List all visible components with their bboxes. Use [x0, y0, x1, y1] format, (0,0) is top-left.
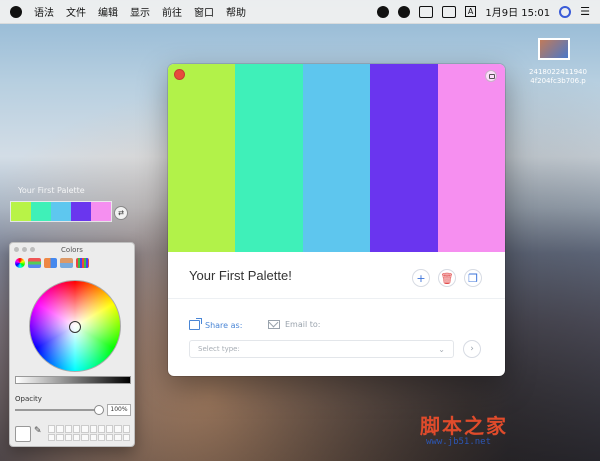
empty-swatch[interactable]: [64, 433, 72, 441]
colors-panel: Colors Opacity 100% ✎: [9, 242, 135, 447]
empty-swatch[interactable]: [122, 425, 130, 433]
sliders-tab-icon[interactable]: [28, 258, 41, 268]
colors-panel-title: Colors: [61, 246, 83, 254]
apple-icon[interactable]: [10, 5, 22, 18]
opacity-slider[interactable]: [15, 409, 101, 411]
arrow-right-icon[interactable]: ›: [463, 340, 481, 358]
strip-swatch[interactable]: [31, 202, 51, 221]
menu-item-go[interactable]: 前往: [162, 4, 182, 19]
empty-swatch[interactable]: [56, 425, 64, 433]
pencils-tab-icon[interactable]: [76, 258, 89, 268]
empty-swatch[interactable]: [89, 425, 97, 433]
empty-swatch[interactable]: [48, 433, 56, 441]
color-picker-crosshair[interactable]: [69, 321, 81, 333]
swatch-violet[interactable]: [370, 64, 438, 252]
empty-swatch[interactable]: [81, 433, 89, 441]
opacity-label: Opacity: [15, 395, 42, 403]
brightness-slider[interactable]: [15, 376, 131, 384]
palette-title[interactable]: Your First Palette!: [189, 268, 292, 283]
display-icon[interactable]: [441, 5, 456, 18]
swatch-mint[interactable]: [235, 64, 303, 252]
swatch-pink[interactable]: [437, 64, 505, 252]
control-icon[interactable]: ☰: [580, 5, 590, 18]
alien-icon[interactable]: [397, 5, 410, 18]
color-wheel-tab-icon[interactable]: [15, 258, 25, 268]
empty-swatch[interactable]: [89, 433, 97, 441]
watermark-url: www.jb51.net: [426, 437, 492, 447]
swatch-sky[interactable]: [302, 64, 371, 252]
menu-item-view[interactable]: 显示: [130, 4, 150, 19]
chevron-down-icon: ⌄: [438, 344, 445, 354]
empty-swatch[interactable]: [56, 433, 64, 441]
empty-swatch[interactable]: [97, 433, 106, 441]
desktop-file-name[interactable]: 2418022411940 4f204fc3b706.p: [520, 68, 596, 86]
swatch-green[interactable]: [168, 64, 236, 252]
opacity-value-field[interactable]: 100%: [107, 404, 131, 416]
copy-palette-button[interactable]: ❐: [464, 269, 482, 287]
empty-swatch[interactable]: [81, 425, 89, 433]
add-color-button[interactable]: +: [412, 269, 430, 287]
color-mode-tabs: [15, 258, 89, 268]
lock-icon[interactable]: [485, 70, 497, 82]
creative-cloud-icon[interactable]: [376, 5, 389, 18]
watermark-text: 脚本之家: [420, 414, 508, 438]
close-button[interactable]: [174, 69, 185, 80]
menu-item-grammar[interactable]: 语法: [34, 4, 54, 19]
select-placeholder: Select type:: [198, 345, 240, 353]
share-icon: [189, 318, 202, 330]
strip-swatch[interactable]: [51, 202, 71, 221]
eyedropper-icon[interactable]: ✎: [34, 426, 44, 438]
export-type-select[interactable]: Select type: ⌄: [189, 340, 454, 358]
empty-swatch[interactable]: [72, 433, 81, 441]
opacity-slider-knob[interactable]: [94, 405, 104, 415]
palette-swatches: [168, 64, 505, 252]
menu-item-help[interactable]: 帮助: [226, 4, 246, 19]
palette-strip-label: Your First Palette: [18, 186, 85, 195]
palette-strip[interactable]: [10, 201, 112, 222]
color-swatch-grid: [48, 425, 130, 441]
mail-icon[interactable]: [418, 5, 433, 18]
empty-swatch[interactable]: [64, 425, 72, 433]
desktop-file-thumbnail[interactable]: [538, 38, 570, 60]
menu-item-edit[interactable]: 编辑: [98, 4, 118, 19]
empty-swatch[interactable]: [72, 425, 81, 433]
strip-swatch[interactable]: [71, 202, 91, 221]
current-color-well[interactable]: [15, 426, 31, 442]
mail-icon: [268, 320, 280, 329]
palette-window: Your First Palette! + 🗑 ❐ Share as: Emai…: [168, 64, 505, 376]
swap-icon[interactable]: ⇄: [114, 206, 128, 220]
image-palettes-tab-icon[interactable]: [60, 258, 73, 268]
menu-bar: 语法 文件 编辑 显示 前往 窗口 帮助 A 1月9日 15:01 ☰: [0, 0, 600, 24]
menu-item-file[interactable]: 文件: [66, 4, 86, 19]
clock[interactable]: 1月9日 15:01: [485, 4, 550, 19]
input-method-icon[interactable]: A: [464, 6, 477, 17]
empty-swatch[interactable]: [48, 425, 56, 433]
email-to-label: Email to:: [285, 320, 321, 329]
empty-swatch[interactable]: [97, 425, 106, 433]
siri-icon[interactable]: [559, 5, 572, 18]
delete-palette-button[interactable]: 🗑: [438, 269, 456, 287]
empty-swatch[interactable]: [114, 425, 122, 433]
empty-swatch[interactable]: [122, 433, 130, 441]
palettes-tab-icon[interactable]: [44, 258, 57, 268]
empty-swatch[interactable]: [106, 425, 114, 433]
share-as-tab[interactable]: Share as:: [189, 318, 243, 330]
empty-swatch[interactable]: [106, 433, 114, 441]
email-to-tab[interactable]: Email to:: [268, 320, 320, 329]
menu-item-window[interactable]: 窗口: [194, 4, 214, 19]
strip-swatch[interactable]: [91, 202, 111, 221]
empty-swatch[interactable]: [114, 433, 122, 441]
divider: [168, 298, 505, 299]
strip-swatch[interactable]: [11, 202, 31, 221]
share-as-label: Share as:: [205, 320, 243, 330]
